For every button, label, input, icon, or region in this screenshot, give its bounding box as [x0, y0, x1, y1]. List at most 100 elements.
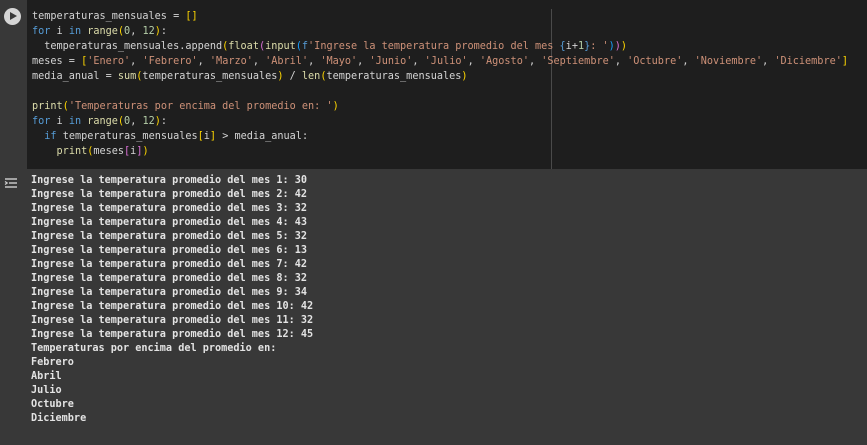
code-token: meses — [32, 56, 63, 67]
code-token: sum — [117, 71, 137, 82]
code-token: : — [301, 131, 309, 142]
code-token: ) — [461, 71, 468, 82]
output-line: Ingrese la temperatura promedio del mes … — [31, 175, 308, 186]
code-token: , — [308, 56, 321, 67]
code-token: , — [130, 26, 143, 37]
code-token: 'Marzo' — [209, 56, 253, 67]
output-area: Ingrese la temperatura promedio del mes … — [0, 169, 867, 445]
code-token: , — [130, 56, 143, 67]
code-token: temperaturas_mensuales — [142, 71, 278, 82]
notebook-cell: temperaturas_mensuales = [] for i in rang… — [0, 0, 867, 445]
code-token: 'Ingrese la temperatura promedio del mes — [308, 41, 560, 52]
code-token: input — [265, 41, 296, 52]
code-line: for i in range(0, 12): — [32, 114, 167, 129]
code-token: 'Agosto' — [479, 56, 529, 67]
code-token: , — [467, 56, 480, 67]
code-token: , — [762, 56, 775, 67]
output-line: Ingrese la temperatura promedio del mes … — [31, 245, 308, 256]
output-line: Ingrese la temperatura promedio del mes … — [31, 217, 308, 228]
code-token: , — [528, 56, 542, 67]
code-token: if — [44, 131, 57, 142]
output-line: Ingrese la temperatura promedio del mes … — [31, 231, 308, 242]
code-token: media_anual — [32, 71, 100, 82]
output-line: Julio — [31, 385, 62, 396]
code-token: 12 — [142, 116, 155, 127]
editor-ruler — [551, 9, 552, 169]
output-line: Octubre — [31, 399, 74, 410]
code-token: print — [32, 101, 63, 112]
code-token: , — [614, 56, 628, 67]
code-token: media_anual — [234, 131, 302, 142]
code-token: , — [682, 56, 695, 67]
code-token: [] — [185, 11, 198, 22]
code-token: in — [68, 26, 82, 37]
code-token: : ' — [590, 41, 609, 52]
code-line: if temperaturas_mensuales[i] > media_anu… — [32, 129, 308, 144]
code-token: 'Octubre' — [627, 56, 683, 67]
code-token: range — [87, 26, 118, 37]
run-cell-button[interactable] — [4, 8, 21, 25]
code-token: in — [68, 116, 82, 127]
code-token: = — [62, 56, 82, 67]
code-token: 'Abril' — [265, 56, 309, 67]
code-token: : — [160, 116, 168, 127]
cell-gutter — [0, 0, 27, 169]
code-token: len — [301, 71, 321, 82]
code-token: , — [130, 116, 143, 127]
play-icon — [10, 12, 17, 20]
code-token: temperaturas_mensuales — [56, 131, 198, 142]
code-token: temperaturas_mensuales — [32, 11, 167, 22]
output-line: Ingrese la temperatura promedio del mes … — [31, 329, 314, 340]
code-token: 'Temperaturas por encima del promedio en… — [68, 101, 333, 112]
code-token: 'Septiembre' — [541, 56, 615, 67]
code-token: , — [197, 56, 210, 67]
code-line: temperaturas_mensuales = [] — [32, 9, 198, 24]
code-line: meses = ['Enero', 'Febrero', 'Marzo', 'A… — [32, 54, 848, 69]
code-token: ] — [841, 56, 848, 67]
code-token: , — [252, 56, 266, 67]
code-token: 'Mayo' — [320, 56, 358, 67]
output-line: Temperaturas por encima del promedio en: — [31, 343, 277, 354]
code-line: print('Temperaturas por encima del prome… — [32, 99, 339, 114]
output-line: Febrero — [31, 357, 74, 368]
output-line: Ingrese la temperatura promedio del mes … — [31, 273, 308, 284]
code-line: media_anual = sum(temperaturas_mensuales… — [32, 69, 468, 84]
code-line: temperaturas_mensuales.append(float(inpu… — [32, 39, 627, 54]
code-token: print — [56, 146, 88, 157]
code-token: ) — [620, 41, 628, 52]
code-token: i — [50, 26, 69, 37]
code-token: > — [216, 131, 235, 142]
code-token: range — [87, 116, 118, 127]
output-line: Diciembre — [31, 413, 87, 424]
output-toggle-icon[interactable] — [4, 176, 20, 190]
code-token: 'Enero' — [87, 56, 131, 67]
code-token: , — [357, 56, 370, 67]
code-token: i — [50, 116, 69, 127]
code-token: 'Junio' — [369, 56, 413, 67]
output-line: Ingrese la temperatura promedio del mes … — [31, 203, 308, 214]
code-line: print(meses[i]) — [32, 144, 149, 159]
output-text: Ingrese la temperatura promedio del mes … — [31, 174, 861, 426]
code-token: meses — [93, 146, 125, 157]
code-token: for — [32, 26, 51, 37]
code-token: = — [166, 11, 186, 22]
code-area: temperaturas_mensuales = [] for i in rang… — [0, 0, 867, 169]
output-line: Ingrese la temperatura promedio del mes … — [31, 301, 314, 312]
code-token: 'Julio' — [424, 56, 468, 67]
code-editor[interactable]: temperaturas_mensuales = [] for i in rang… — [27, 0, 867, 169]
code-token: temperaturas_mensuales — [326, 71, 462, 82]
code-token: ) — [332, 101, 339, 112]
code-token: 'Febrero' — [142, 56, 198, 67]
code-token: ) — [142, 146, 149, 157]
code-token: 12 — [142, 26, 155, 37]
code-token: float — [228, 41, 259, 52]
code-line: for i in range(0, 12): — [32, 24, 167, 39]
code-token: 'Noviembre' — [694, 56, 763, 67]
code-token: = — [99, 71, 118, 82]
output-line: Ingrese la temperatura promedio del mes … — [31, 189, 308, 200]
code-token: temperaturas_mensuales.append — [32, 41, 223, 52]
code-token: , — [412, 56, 425, 67]
code-token: 'Diciembre' — [774, 56, 842, 67]
